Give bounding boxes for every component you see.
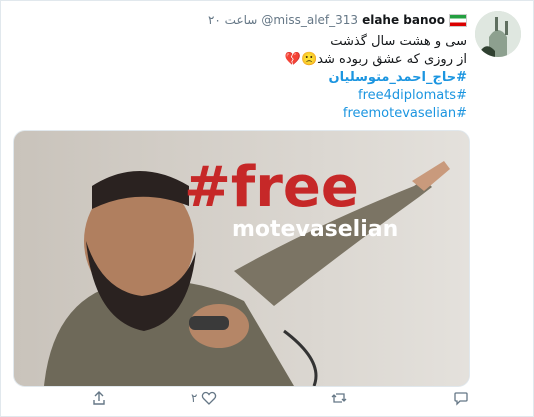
like-count: ۲	[191, 391, 198, 405]
retweet-icon	[331, 393, 347, 403]
heart-icon	[202, 391, 217, 405]
hashtag-link[interactable]: #free4diplomats	[87, 87, 467, 105]
like-button[interactable]: ۲	[191, 388, 217, 408]
avatar[interactable]	[475, 11, 521, 57]
retweet-button[interactable]	[331, 388, 347, 408]
free-text: #free	[184, 155, 359, 220]
tweet-image[interactable]: #free motevaselian	[13, 130, 470, 387]
hashtag-link[interactable]: #حاج_احمد_متوسلیان	[87, 69, 467, 87]
iran-flag-icon	[449, 13, 467, 27]
reply-icon	[454, 392, 468, 406]
username[interactable]: @miss_alef_313	[261, 13, 358, 27]
tweet-card[interactable]: elahe banoo @miss_alef_313 ۲۰ ساعت سی و …	[0, 0, 534, 417]
display-name[interactable]: elahe banoo	[362, 13, 445, 27]
photo: #free motevaselian	[14, 131, 469, 386]
share-button[interactable]	[91, 388, 107, 408]
share-icon	[93, 391, 105, 405]
reply-button[interactable]	[453, 388, 469, 408]
tweet-header: elahe banoo @miss_alef_313 ۲۰ ساعت	[208, 13, 467, 27]
avatar-image	[475, 11, 521, 57]
motevaselian-text: motevaselian	[232, 217, 398, 242]
tweet-line: سی و هشت سال گذشت	[330, 34, 467, 49]
tweet-line: از روزی که عشق ربوده شد🙁💔	[284, 52, 467, 67]
timestamp[interactable]: ۲۰ ساعت	[208, 13, 257, 27]
tweet-actions: ۲	[1, 388, 533, 410]
hashtag-link[interactable]: #freemotevaselian	[87, 105, 467, 123]
tweet-text: سی و هشت سال گذشت از روزی که عشق ربوده ش…	[87, 33, 467, 123]
